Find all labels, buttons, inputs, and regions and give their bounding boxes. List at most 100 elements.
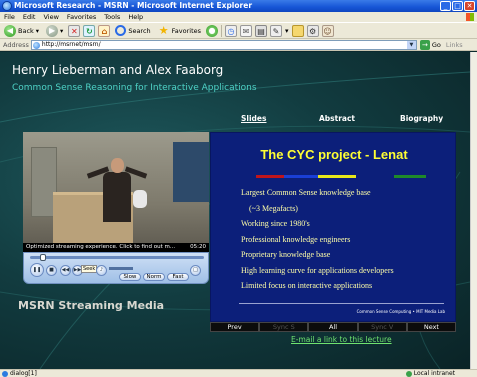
fast-button[interactable]: Fast [167,273,189,281]
intranet-zone-icon [405,370,412,377]
toolbar: ◀ Back ▾ ▶ ▾ ✕ ↻ ⌂ Search ★ Favorites ● … [0,22,477,39]
slide-navigation: Prev Sync S All Sync V Next [210,322,457,332]
window-title: Microsoft Research - MSRN - Microsoft In… [14,1,253,10]
favorites-star-icon: ★ [158,23,169,37]
video-robot [133,190,147,208]
video-player[interactable]: Optimized streaming experience. Click to… [23,132,209,252]
folder-icon[interactable] [291,24,304,37]
links-button[interactable]: Links [446,41,463,49]
back-button[interactable]: ◀ Back ▾ [2,24,41,38]
edit-icon[interactable]: ✎ [270,24,283,37]
back-arrow-icon: ◀ [4,24,16,37]
next-slide-button[interactable]: Next [406,322,457,332]
status-text: dialog[1] [10,370,37,377]
prev-slide-button[interactable]: Prev [210,322,260,332]
print-icon[interactable]: ▤ [255,24,268,37]
search-button[interactable]: Search [113,24,152,38]
mail-icon[interactable]: ✉ [240,24,253,37]
play-pause-button[interactable]: ❚❚ [30,263,44,277]
page-content: Henry Lieberman and Alex Faaborg Common … [0,52,470,369]
address-url: http://msrnet/msrn/ [41,41,101,48]
refresh-icon[interactable]: ↻ [83,24,96,37]
address-dropdown-icon[interactable]: ▼ [406,40,416,49]
volume-slider[interactable] [109,267,133,270]
normal-button[interactable]: Norm [143,273,165,281]
slow-button[interactable]: Slow [119,273,141,281]
go-button[interactable]: → Go [419,39,441,50]
messenger-icon[interactable]: ☺ [321,24,334,37]
menu-help[interactable]: Help [128,13,143,21]
sync-video-button[interactable]: Sync V [357,322,407,332]
slide-color-bar-blue [284,175,318,178]
slide-bullet: (~3 Megafacts) [249,203,298,213]
seek-bar[interactable] [30,254,204,261]
content-tabs: Slides Abstract Biography [213,114,458,126]
slide-footer: Common Sense Computing • MIT Media Lab [356,309,445,314]
favorites-label: Favorites [171,26,202,35]
slide-bullets: Largest Common Sense knowledge base (~3 … [241,188,451,297]
seek-knob[interactable] [40,254,46,261]
forward-dropdown-icon[interactable]: ▾ [60,27,63,35]
menu-file[interactable]: File [4,13,15,21]
close-button[interactable]: ✕ [464,1,475,11]
toolbar-separator [221,24,223,37]
slide-panel: The CYC project - Lenat Largest Common S… [210,132,456,322]
menu-view[interactable]: View [43,13,58,21]
minimize-button[interactable]: _ [440,1,451,11]
page-status-icon [2,370,8,377]
search-icon [115,25,127,36]
video-status-text: Optimized streaming experience. Click to… [26,244,176,250]
edit-dropdown-icon[interactable]: ▾ [285,27,289,35]
slide-divider [239,303,444,304]
home-icon[interactable]: ⌂ [98,24,111,37]
email-lecture-link[interactable]: E-mail a link to this lecture [291,335,392,344]
address-input[interactable]: http://msrnet/msrn/ ▼ [30,39,417,50]
slide-bullet: Limited focus on interactive application… [241,281,373,290]
tab-biography[interactable]: Biography [400,114,443,123]
menu-bar: File Edit View Favorites Tools Help [0,12,477,22]
research-icon[interactable]: ⚙ [306,24,319,37]
all-slides-button[interactable]: All [308,322,358,332]
mute-icon[interactable]: ♪ [96,265,107,276]
go-arrow-icon: → [419,39,430,50]
stop-icon[interactable]: ✕ [68,24,81,37]
video-speaker-body [103,172,131,222]
slide-bullet: High learning curve for applications dev… [241,265,394,275]
sync-slides-button[interactable]: Sync S [259,322,309,332]
menu-tools[interactable]: Tools [104,13,120,21]
slide-color-bar-red [256,175,284,178]
forward-button[interactable]: ▶ ▾ [44,24,65,38]
menu-favorites[interactable]: Favorites [67,13,96,21]
window-controls: _ □ ✕ [440,1,475,11]
history-icon[interactable]: ◷ [225,24,238,37]
media-icon[interactable]: ● [206,24,219,37]
page-icon [32,41,40,49]
maximize-button[interactable]: □ [452,1,463,11]
favorites-button[interactable]: ★ Favorites [156,24,203,38]
search-label: Search [128,26,151,35]
msrn-streaming-media-label: MSRN Streaming Media [18,299,165,312]
address-label: Address [3,40,29,49]
fullscreen-icon[interactable]: □ [190,265,201,276]
slide-bullet: Largest Common Sense knowledge base [241,188,371,197]
menu-edit[interactable]: Edit [23,13,36,21]
slide-bullet: Proprietary knowledge base [241,250,331,259]
rewind-button[interactable]: ◀◀ [60,265,71,276]
speaker-name: Henry Lieberman and Alex Faaborg [12,63,224,77]
player-controls: ❚❚ ■ ◀◀ ▶▶ Seek ♪ □ Slow Norm Fast [23,252,209,284]
video-status-bar[interactable]: Optimized streaming experience. Click to… [23,243,209,252]
forward-arrow-icon: ▶ [46,24,59,37]
stop-playback-button[interactable]: ■ [46,265,57,276]
window-title-bar: Microsoft Research - MSRN - Microsoft In… [0,0,477,12]
video-speaker-head [111,158,124,173]
windows-logo-icon [466,13,474,21]
tab-slides[interactable]: Slides [241,114,266,123]
vertical-scrollbar[interactable] [470,52,477,369]
tab-abstract[interactable]: Abstract [319,114,355,123]
security-zone-label: Local intranet [413,370,455,377]
slide-bullet: Professional knowledge engineers [241,234,351,244]
status-bar: dialog[1] Local intranet [0,369,477,377]
ie-logo-icon [2,1,12,11]
slide-color-bar-yellow [318,175,356,178]
back-dropdown-icon[interactable]: ▾ [36,27,39,35]
